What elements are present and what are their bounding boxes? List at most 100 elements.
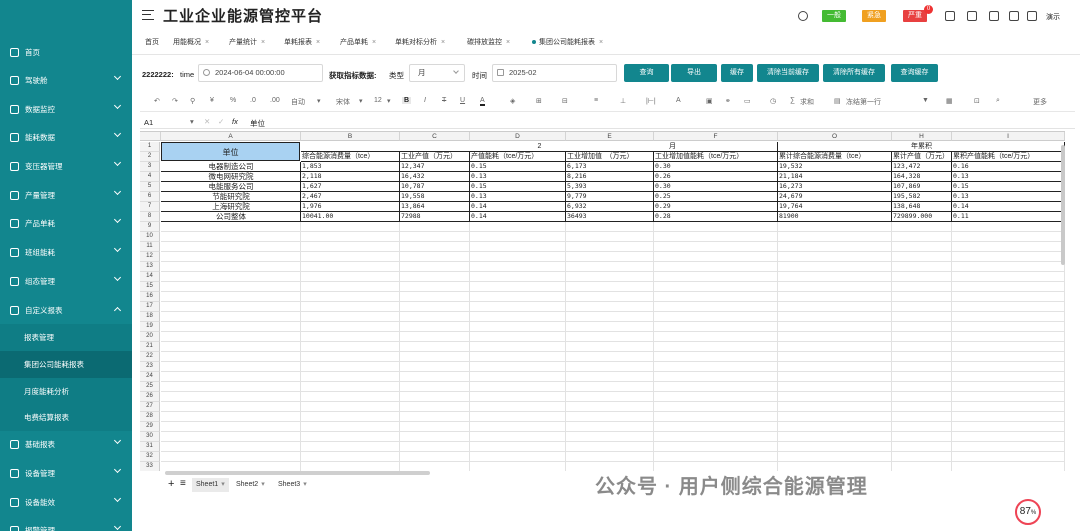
- empty-cell[interactable]: [654, 292, 778, 302]
- empty-cell[interactable]: [654, 362, 778, 372]
- empty-cell[interactable]: [566, 382, 654, 392]
- row-header[interactable]: 9: [140, 222, 160, 232]
- empty-cell[interactable]: [566, 362, 654, 372]
- cache-button[interactable]: 缓存: [721, 64, 753, 82]
- data-cell[interactable]: 12,347: [400, 162, 470, 172]
- empty-cell[interactable]: [470, 272, 566, 282]
- clear-all-cache-button[interactable]: 清除所有缓存: [823, 64, 885, 82]
- conditional-format-icon[interactable]: ▦: [946, 97, 953, 105]
- format-auto-select[interactable]: 自动: [291, 97, 305, 107]
- empty-cell[interactable]: [566, 392, 654, 402]
- sidebar-item[interactable]: 自定义报表: [0, 296, 132, 324]
- row-header[interactable]: 2: [140, 152, 160, 162]
- unit-name-cell[interactable]: 电能服务公司: [161, 182, 301, 192]
- empty-cell[interactable]: [400, 422, 470, 432]
- font-family-select[interactable]: 宋体: [336, 97, 350, 107]
- empty-cell[interactable]: [654, 382, 778, 392]
- data-cell[interactable]: 10,787: [400, 182, 470, 192]
- close-icon[interactable]: ×: [316, 39, 320, 46]
- empty-cell[interactable]: [566, 352, 654, 362]
- empty-cell[interactable]: [654, 452, 778, 462]
- unit-name-cell[interactable]: 公司整体: [161, 212, 301, 222]
- empty-cell[interactable]: [470, 432, 566, 442]
- spreadsheet-grid[interactable]: A B C D E F O H I 1 2 3 4 5 6 7 8 9 10 11 12 13 14 15 16 17 18 19 20…: [140, 131, 1065, 471]
- undo-icon[interactable]: ↶: [154, 97, 160, 105]
- row-header[interactable]: 27: [140, 402, 160, 412]
- data-cell[interactable]: 0.25: [654, 192, 778, 202]
- row-header[interactable]: 12: [140, 252, 160, 262]
- percent-icon[interactable]: %: [230, 97, 236, 104]
- empty-cell[interactable]: [778, 402, 892, 412]
- fill-color-icon[interactable]: ◈: [510, 97, 515, 105]
- column-header[interactable]: C: [400, 132, 470, 141]
- empty-cell[interactable]: [892, 462, 952, 471]
- empty-cell[interactable]: [161, 272, 301, 282]
- empty-cell[interactable]: [400, 312, 470, 322]
- empty-cell[interactable]: [161, 332, 301, 342]
- formula-input[interactable]: 单位: [250, 118, 265, 129]
- data-cell[interactable]: 0.11: [952, 212, 1065, 222]
- zoom-indicator[interactable]: 87%: [1015, 499, 1041, 525]
- empty-cell[interactable]: [892, 372, 952, 382]
- data-cell[interactable]: 195,582: [892, 192, 952, 202]
- format-painter-icon[interactable]: ⚲: [190, 97, 195, 105]
- bold-icon[interactable]: B: [402, 97, 412, 104]
- tab-item[interactable]: 产量统计 ×: [229, 36, 265, 50]
- sidebar-item[interactable]: 变压器管理: [0, 152, 132, 180]
- row-header[interactable]: 4: [140, 172, 160, 182]
- empty-cell[interactable]: [301, 352, 400, 362]
- empty-cell[interactable]: [566, 412, 654, 422]
- empty-cell[interactable]: [470, 262, 566, 272]
- empty-cell[interactable]: [400, 302, 470, 312]
- row-header[interactable]: 23: [140, 362, 160, 372]
- menu-toggle-icon[interactable]: [142, 10, 154, 20]
- empty-cell[interactable]: [654, 222, 778, 232]
- empty-cell[interactable]: [400, 292, 470, 302]
- row-header[interactable]: 13: [140, 262, 160, 272]
- empty-cell[interactable]: [161, 412, 301, 422]
- data-cell[interactable]: 72988: [400, 212, 470, 222]
- sidebar-subitem[interactable]: 月度能耗分析: [0, 378, 132, 405]
- tab-item[interactable]: 单耗报表 ×: [284, 36, 320, 50]
- data-cell[interactable]: 107,869: [892, 182, 952, 192]
- empty-cell[interactable]: [654, 352, 778, 362]
- empty-cell[interactable]: [566, 402, 654, 412]
- row-header[interactable]: 26: [140, 392, 160, 402]
- empty-cell[interactable]: [161, 362, 301, 372]
- empty-cell[interactable]: [952, 422, 1065, 432]
- freeze-icon[interactable]: ▤: [834, 97, 841, 105]
- empty-cell[interactable]: [952, 312, 1065, 322]
- validation-icon[interactable]: ⊡: [974, 97, 980, 105]
- text-rotate-icon[interactable]: A: [676, 97, 681, 104]
- empty-cell[interactable]: [301, 462, 400, 471]
- empty-cell[interactable]: [470, 292, 566, 302]
- empty-cell[interactable]: [654, 372, 778, 382]
- cancel-icon[interactable]: ✕: [204, 117, 210, 126]
- empty-cell[interactable]: [952, 332, 1065, 342]
- row-header[interactable]: 3: [140, 162, 160, 172]
- column-header[interactable]: A: [161, 132, 301, 141]
- empty-cell[interactable]: [400, 222, 470, 232]
- data-cell[interactable]: 19,764: [778, 202, 892, 212]
- empty-cell[interactable]: [778, 342, 892, 352]
- empty-cell[interactable]: [654, 432, 778, 442]
- empty-cell[interactable]: [161, 462, 301, 471]
- clear-current-cache-button[interactable]: 清除当前缓存: [757, 64, 819, 82]
- empty-cell[interactable]: [470, 282, 566, 292]
- row-header[interactable]: 24: [140, 372, 160, 382]
- alarm-badge[interactable]: 一般: [822, 10, 846, 22]
- row-header[interactable]: 28: [140, 412, 160, 422]
- empty-cell[interactable]: [952, 222, 1065, 232]
- empty-cell[interactable]: [400, 462, 470, 471]
- empty-cell[interactable]: [470, 332, 566, 342]
- vertical-scrollbar[interactable]: [1061, 145, 1065, 265]
- empty-cell[interactable]: [161, 422, 301, 432]
- empty-cell[interactable]: [161, 262, 301, 272]
- column-header[interactable]: O: [778, 132, 892, 141]
- empty-cell[interactable]: [400, 322, 470, 332]
- data-cell[interactable]: 10041.00: [301, 212, 400, 222]
- empty-cell[interactable]: [400, 412, 470, 422]
- data-cell[interactable]: 0.30: [654, 162, 778, 172]
- query-cache-button[interactable]: 查询缓存: [891, 64, 938, 82]
- data-cell[interactable]: 729899.000: [892, 212, 952, 222]
